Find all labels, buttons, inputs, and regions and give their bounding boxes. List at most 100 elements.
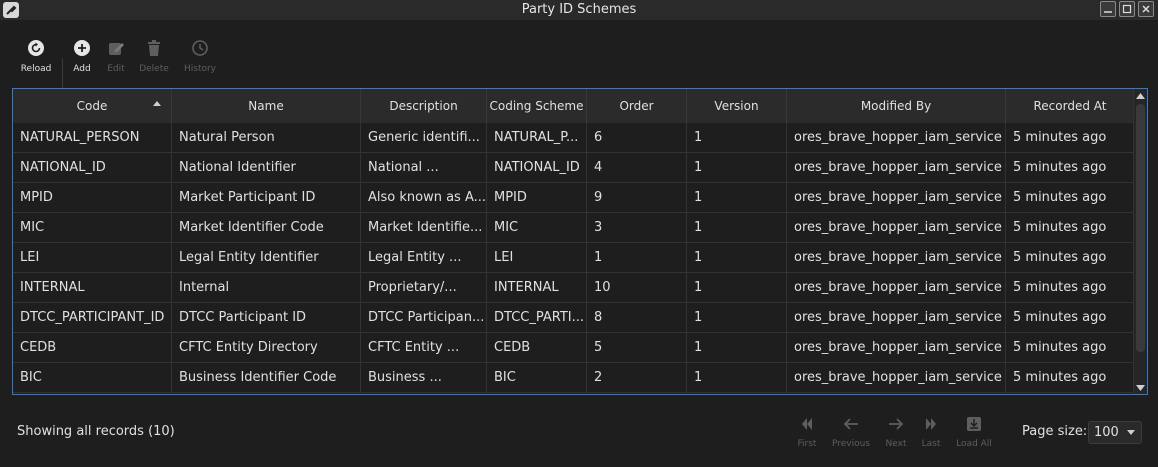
table-row[interactable]: NATURAL_PERSON Natural Person Generic iden… [13, 123, 1134, 153]
reload-button[interactable]: Reload [16, 37, 56, 74]
trash-icon [148, 40, 160, 56]
table-cell: 5 minutes ago [1006, 123, 1134, 153]
table-row[interactable]: DTCC_PARTICIPANT_ID DTCC Participant ID DT… [13, 303, 1134, 333]
table-cell: 5 minutes ago [1006, 273, 1134, 303]
table-cell: BIC [13, 363, 172, 393]
column-header-version[interactable]: Version [687, 89, 787, 123]
column-header-order[interactable]: Order [587, 89, 687, 123]
column-header-code[interactable]: Code [13, 89, 172, 123]
table-row[interactable]: LEI Legal Entity Identifier Legal Entity .… [13, 243, 1134, 273]
close-button[interactable] [1138, 1, 1154, 17]
table-cell: 4 [587, 153, 687, 183]
chevron-down-icon [1127, 430, 1135, 435]
table-cell: CFTC Entity ... [361, 333, 487, 363]
table-cell: ores_brave_hopper_iam_service [787, 303, 1006, 333]
load-all-button[interactable]: Load All [952, 414, 996, 449]
table-cell: 1 [687, 123, 787, 153]
table-cell: ores_brave_hopper_iam_service [787, 243, 1006, 273]
table-body: NATURAL_PERSON Natural Person Generic iden… [13, 123, 1134, 393]
table-cell: MIC [13, 213, 172, 243]
column-header-name[interactable]: Name [172, 89, 361, 123]
table-row[interactable]: INTERNAL Internal Proprietary/... INTERNAL 1… [13, 273, 1134, 303]
add-icon [74, 40, 90, 56]
page-size-label: Page size: [1022, 424, 1088, 439]
reload-label: Reload [20, 64, 52, 74]
table-cell: 6 [587, 123, 687, 153]
table-cell: Market Identifie... [361, 213, 487, 243]
table-cell: Business ... [361, 363, 487, 393]
table-cell: 1 [687, 273, 787, 303]
table-row[interactable]: CEDB CFTC Entity Directory CFTC Entity ...… [13, 333, 1134, 363]
table-cell: Legal Entity ... [361, 243, 487, 273]
table-row[interactable]: NATIONAL_ID National Identifier National .… [13, 153, 1134, 183]
column-header-modified-by[interactable]: Modified By [787, 89, 1006, 123]
first-page-icon [802, 418, 812, 430]
maximize-button[interactable] [1119, 1, 1135, 17]
table-cell: Market Participant ID [172, 183, 361, 213]
edit-button[interactable]: Edit [96, 37, 136, 74]
toolbar: Reload Add Edit Delete History [0, 20, 1158, 88]
scrollbar-thumb[interactable] [1136, 104, 1145, 352]
table-cell: NATIONAL_ID [13, 153, 172, 183]
column-header-recorded-at[interactable]: Recorded At [1006, 89, 1134, 123]
download-icon [967, 417, 981, 431]
table-header: Code Name Description Coding Scheme Orde… [13, 89, 1134, 123]
table-cell: ores_brave_hopper_iam_service [787, 183, 1006, 213]
table-cell: DTCC Participant ID [172, 303, 361, 333]
table-cell: 10 [587, 273, 687, 303]
table-cell: Generic identifi... [361, 123, 487, 153]
table-cell: CEDB [487, 333, 587, 363]
table-row[interactable]: MPID Market Participant ID Also known as A… [13, 183, 1134, 213]
table-row[interactable]: MIC Market Identifier Code Market Identifi… [13, 213, 1134, 243]
table-cell: MPID [13, 183, 172, 213]
table-cell: LEI [487, 243, 587, 273]
party-id-schemes-table[interactable]: Code Name Description Coding Scheme Orde… [12, 88, 1148, 395]
column-header-coding-scheme[interactable]: Coding Scheme [487, 89, 587, 123]
table-cell: National ... [361, 153, 487, 183]
scroll-up-icon[interactable] [1136, 93, 1145, 99]
table-cell: Legal Entity Identifier [172, 243, 361, 273]
table-cell: ores_brave_hopper_iam_service [787, 273, 1006, 303]
table-cell: Internal [172, 273, 361, 303]
first-page-button[interactable]: First [785, 414, 829, 449]
table-cell: NATIONAL_ID [487, 153, 587, 183]
vertical-scrollbar[interactable] [1133, 89, 1147, 394]
column-header-description[interactable]: Description [361, 89, 487, 123]
table-cell: Market Identifier Code [172, 213, 361, 243]
table-cell: CFTC Entity Directory [172, 333, 361, 363]
last-page-button[interactable]: Last [909, 414, 953, 449]
table-cell: DTCC_PARTICIPANT_ID [13, 303, 172, 333]
edit-icon [109, 43, 124, 55]
delete-label: Delete [139, 64, 169, 74]
previous-page-label: Previous [831, 439, 871, 449]
table-cell: 5 minutes ago [1006, 303, 1134, 333]
history-button[interactable]: History [180, 37, 220, 74]
table-cell: MIC [487, 213, 587, 243]
table-cell: 5 minutes ago [1006, 243, 1134, 273]
table-cell: ores_brave_hopper_iam_service [787, 213, 1006, 243]
previous-page-button[interactable]: Previous [829, 414, 873, 449]
table-cell: 1 [687, 243, 787, 273]
table-row[interactable]: BIC Business Identifier Code Business ... B… [13, 363, 1134, 393]
edit-label: Edit [107, 64, 125, 74]
reload-icon [28, 40, 44, 56]
table-cell: 1 [687, 303, 787, 333]
first-page-label: First [797, 439, 817, 449]
table-cell: ores_brave_hopper_iam_service [787, 123, 1006, 153]
load-all-label: Load All [956, 439, 992, 449]
table-cell: 9 [587, 183, 687, 213]
minimize-button[interactable] [1100, 1, 1116, 17]
table-cell: National Identifier [172, 153, 361, 183]
table-cell: Also known as A... [361, 183, 487, 213]
delete-button[interactable]: Delete [134, 37, 174, 74]
scroll-down-icon[interactable] [1136, 385, 1145, 391]
page-size-select[interactable]: 100 [1088, 421, 1142, 444]
page-size-value: 100 [1094, 425, 1119, 440]
table-cell: 5 minutes ago [1006, 183, 1134, 213]
table-cell: 1 [687, 183, 787, 213]
table-cell: 5 minutes ago [1006, 363, 1134, 393]
table-cell: INTERNAL [13, 273, 172, 303]
table-cell: 5 minutes ago [1006, 153, 1134, 183]
table-cell: 1 [687, 153, 787, 183]
window-title: Party ID Schemes [521, 2, 637, 17]
